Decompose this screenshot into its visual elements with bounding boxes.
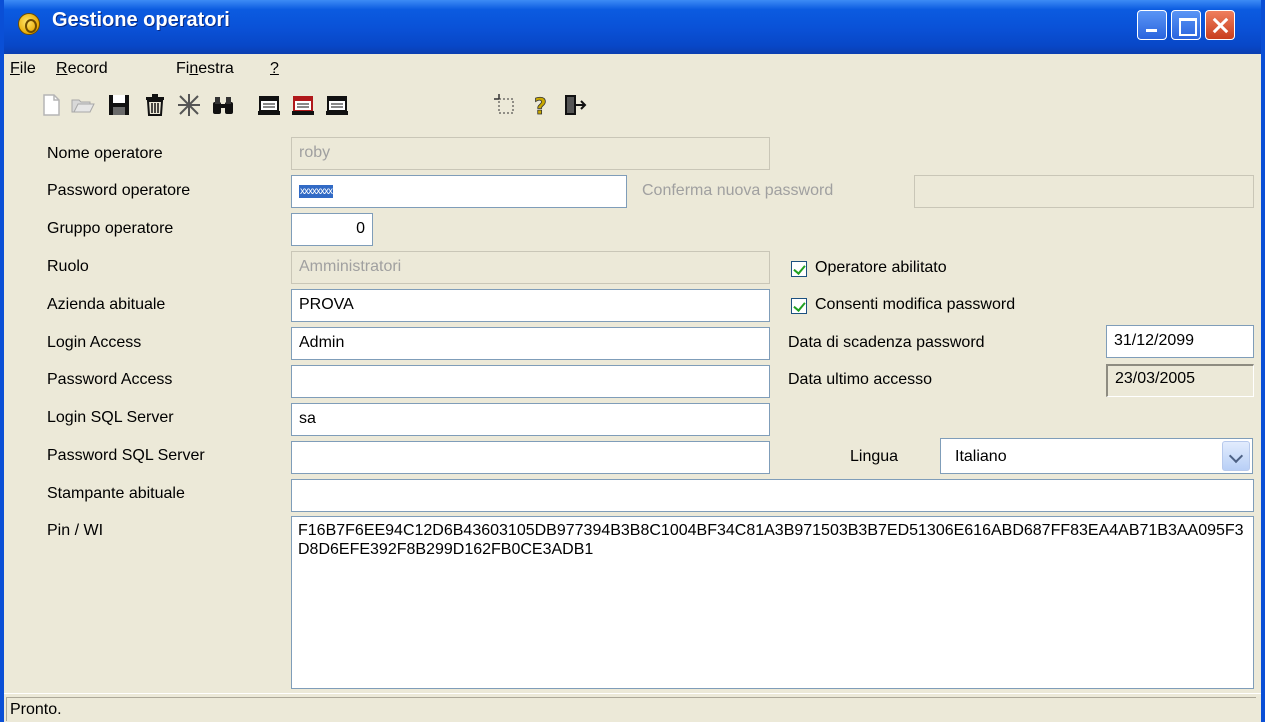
minimize-button[interactable] bbox=[1137, 10, 1167, 40]
password-sql-label: Password SQL Server bbox=[47, 447, 205, 464]
consenti-modifica-checkbox[interactable] bbox=[791, 298, 807, 314]
password-operatore-label: Password operatore bbox=[47, 182, 191, 199]
menu-file-label: ile bbox=[19, 60, 36, 77]
lingua-value: Italiano bbox=[955, 448, 1007, 465]
delete-icon[interactable] bbox=[142, 92, 168, 118]
operatore-abilitato-checkbox[interactable] bbox=[791, 261, 807, 277]
data-ultimo-accesso-label: Data ultimo accesso bbox=[788, 371, 933, 388]
help-icon[interactable]: ? bbox=[528, 92, 554, 121]
menu-finestra-pre: Fi bbox=[176, 60, 190, 77]
window: Gestione operatori File Record Finestra … bbox=[0, 0, 1265, 722]
data-scadenza-field[interactable]: 31/12/2099 bbox=[1106, 325, 1254, 358]
lingua-label: Lingua bbox=[850, 448, 899, 465]
menu-record-mnemonic: R bbox=[56, 60, 68, 77]
window-title: Gestione operatori bbox=[52, 9, 230, 31]
maximize-button[interactable] bbox=[1171, 10, 1201, 40]
toolbar: ? bbox=[4, 86, 1261, 126]
login-sql-label: Login SQL Server bbox=[47, 409, 174, 426]
nome-operatore-label: Nome operatore bbox=[47, 145, 163, 162]
ruolo-field[interactable]: Amministratori bbox=[291, 251, 770, 284]
title-bar[interactable]: Gestione operatori bbox=[4, 0, 1261, 54]
operatore-abilitato-label: Operatore abilitato bbox=[815, 259, 947, 276]
pin-wi-field[interactable]: F16B7F6EE94C12D6B43603105DB977394B3B8C10… bbox=[291, 516, 1254, 689]
login-sql-field[interactable]: sa bbox=[291, 403, 770, 436]
menu-record-label: ecord bbox=[67, 60, 108, 77]
password-operatore-value: xxxxxxxx bbox=[299, 185, 333, 198]
menu-file-mnemonic: F bbox=[10, 60, 20, 77]
nome-operatore-field[interactable]: roby bbox=[291, 137, 770, 170]
gruppo-operatore-label: Gruppo operatore bbox=[47, 220, 174, 237]
pin-wi-label: Pin / WI bbox=[47, 522, 104, 539]
gruppo-operatore-field[interactable]: 0 bbox=[291, 213, 373, 246]
save-icon[interactable] bbox=[106, 92, 132, 118]
menu-finestra-mnemonic: n bbox=[189, 60, 199, 77]
binoculars-icon[interactable] bbox=[210, 92, 236, 118]
data-scadenza-label: Data di scadenza password bbox=[788, 334, 985, 351]
conferma-password-label: Conferma nuova password bbox=[642, 182, 834, 199]
menu-record[interactable]: Record bbox=[56, 60, 108, 78]
login-access-field[interactable]: Admin bbox=[291, 327, 770, 360]
menu-help[interactable]: ? bbox=[270, 60, 279, 78]
menu-help-label: ? bbox=[270, 60, 279, 77]
consenti-modifica-label: Consenti modifica password bbox=[815, 296, 1016, 313]
stampante-abituale-field[interactable] bbox=[291, 479, 1254, 512]
data-ultimo-accesso-field: 23/03/2005 bbox=[1106, 364, 1254, 397]
close-button[interactable] bbox=[1205, 10, 1235, 40]
next-record-icon[interactable] bbox=[324, 92, 350, 118]
status-text: Pronto. bbox=[10, 701, 62, 718]
lingua-select[interactable]: Italiano bbox=[940, 438, 1253, 474]
selection-icon[interactable] bbox=[492, 92, 518, 118]
chevron-down-icon[interactable] bbox=[1222, 441, 1250, 471]
password-operatore-field[interactable]: xxxxxxxx bbox=[291, 175, 627, 208]
prev-record-icon[interactable] bbox=[290, 92, 316, 118]
stampante-abituale-label: Stampante abituale bbox=[47, 485, 185, 502]
menu-bar: File Record Finestra ? bbox=[4, 54, 1261, 86]
svg-text:?: ? bbox=[534, 95, 547, 118]
new-document-icon[interactable] bbox=[38, 92, 64, 118]
ruolo-label: Ruolo bbox=[47, 258, 89, 275]
login-access-label: Login Access bbox=[47, 334, 142, 351]
first-record-icon[interactable] bbox=[256, 92, 282, 118]
azienda-abituale-label: Azienda abituale bbox=[47, 296, 166, 313]
menu-finestra-label: estra bbox=[198, 60, 234, 77]
conferma-password-field[interactable] bbox=[914, 175, 1254, 208]
exit-icon[interactable] bbox=[562, 92, 588, 118]
status-bar: Pronto. bbox=[4, 693, 1261, 722]
menu-file[interactable]: File bbox=[10, 60, 36, 78]
clear-icon[interactable] bbox=[176, 92, 202, 118]
status-panel bbox=[6, 697, 1256, 721]
password-access-field[interactable] bbox=[291, 365, 770, 398]
password-sql-field[interactable] bbox=[291, 441, 770, 474]
menu-finestra[interactable]: Finestra bbox=[176, 60, 234, 78]
open-folder-icon[interactable] bbox=[70, 92, 96, 118]
password-access-label: Password Access bbox=[47, 371, 173, 388]
azienda-abituale-field[interactable]: PROVA bbox=[291, 289, 770, 322]
app-icon[interactable] bbox=[18, 13, 40, 35]
